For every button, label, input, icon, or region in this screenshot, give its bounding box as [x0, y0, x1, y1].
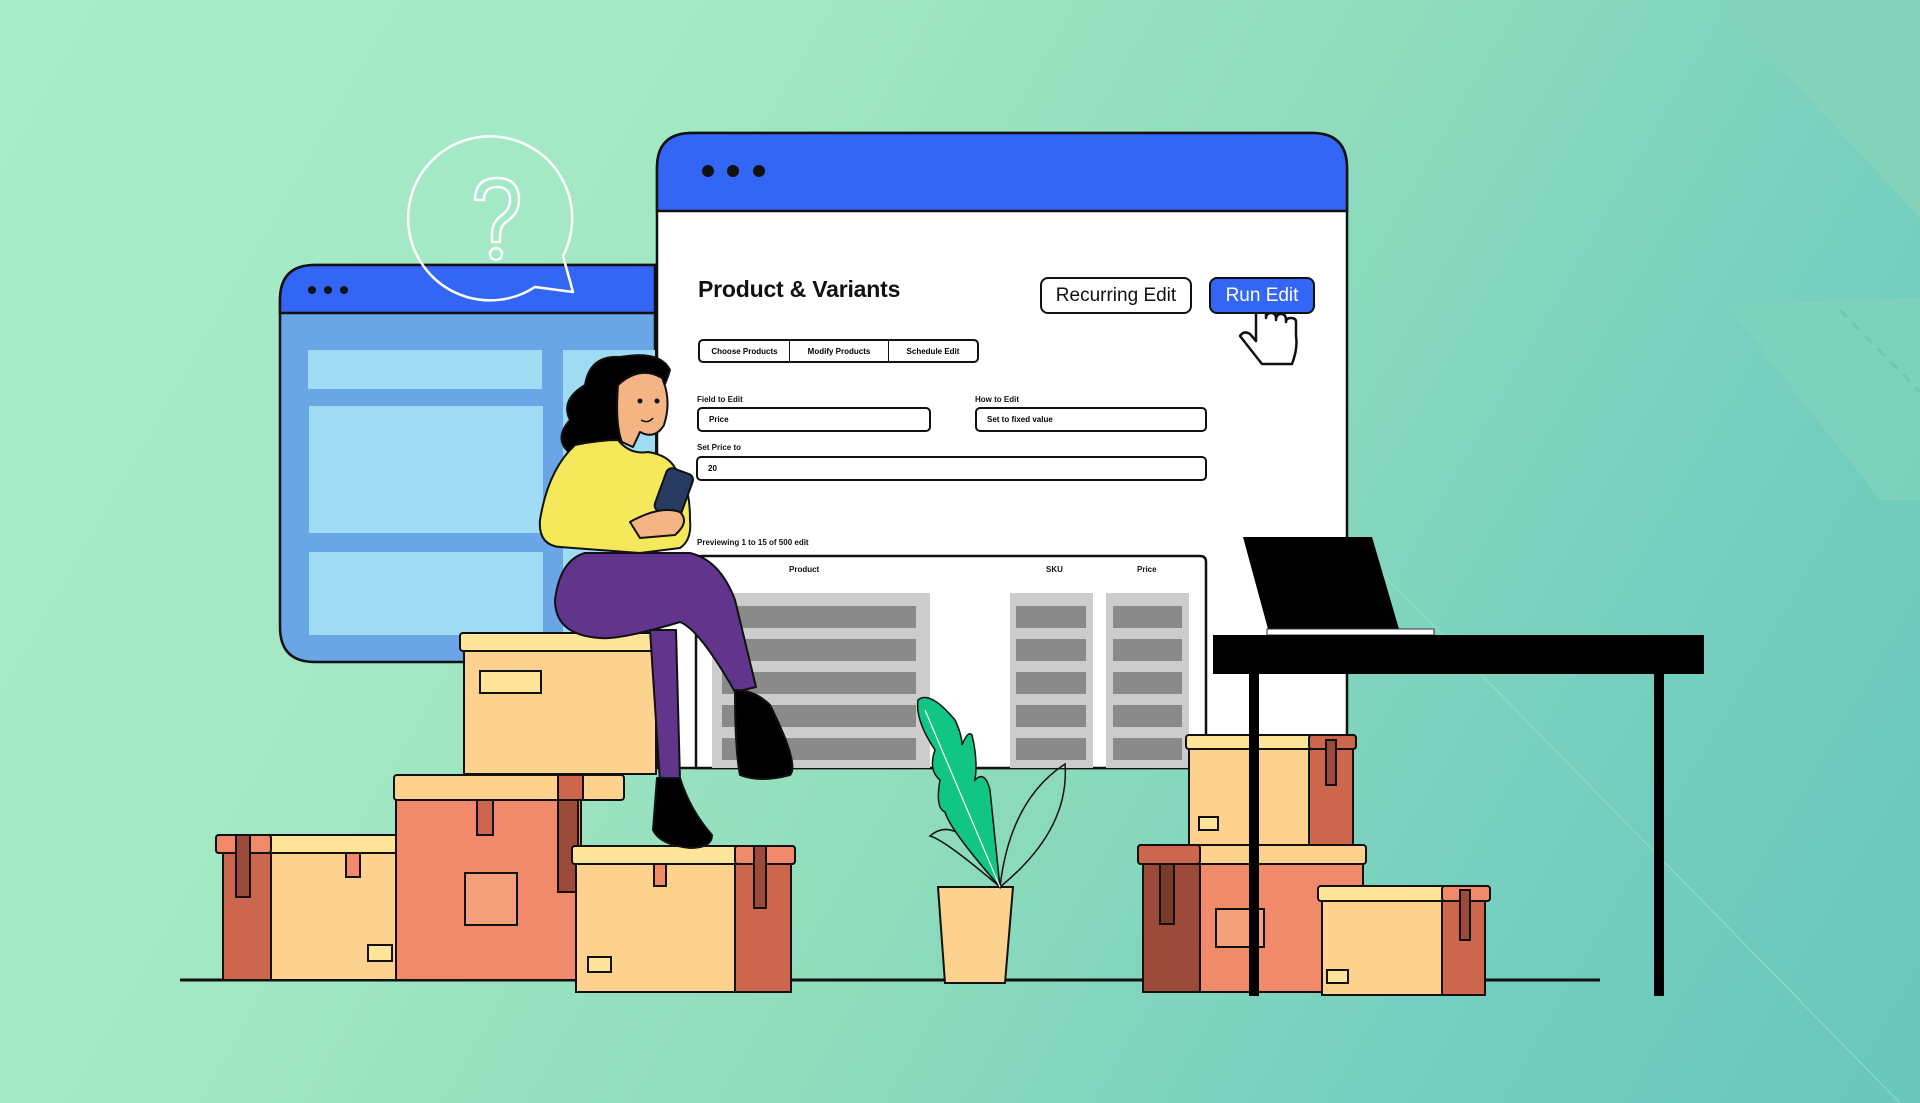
tab-choose-products[interactable]: Choose Products — [700, 341, 789, 361]
skeleton-row — [1113, 738, 1182, 760]
panel-block — [309, 552, 543, 635]
box-tape — [753, 845, 767, 909]
box-label — [464, 872, 518, 926]
light-streak — [1329, 519, 1901, 1103]
skeleton-row — [722, 606, 916, 628]
preview-summary: Previewing 1 to 15 of 500 edit — [697, 538, 809, 547]
laptop-base — [1266, 628, 1435, 636]
box-tape — [1325, 739, 1337, 786]
box-tape — [653, 863, 667, 887]
skeleton-row — [722, 639, 916, 661]
how-to-edit-label: How to Edit — [975, 395, 1019, 404]
tab-schedule-edit[interactable]: Schedule Edit — [888, 341, 977, 361]
step-tabs: Choose Products Modify Products Schedule… — [698, 339, 979, 363]
scene-canvas — [180, 0, 1920, 1103]
skeleton-row — [1016, 639, 1086, 661]
tab-modify-products[interactable]: Modify Products — [789, 341, 888, 361]
box-label — [1326, 969, 1349, 984]
right-box-stack — [1137, 734, 1491, 996]
panel-block — [308, 350, 542, 389]
plant-pot — [936, 886, 1015, 984]
box-label — [479, 670, 542, 694]
desk-top — [1213, 635, 1704, 674]
column-header-product: Product — [789, 565, 820, 574]
box-tape — [1159, 863, 1175, 925]
illustration-stage: Product & Variants Recurring Edit Run Ed… — [0, 0, 1920, 1103]
window-dot — [324, 286, 332, 294]
set-price-input[interactable]: 20 — [696, 456, 1207, 481]
box-lid — [393, 774, 625, 801]
background-window-header — [278, 263, 657, 315]
question-mark-icon — [473, 176, 521, 244]
plant-leaf-outline — [999, 762, 1067, 889]
page-title: Product & Variants — [698, 276, 901, 302]
box-tape — [235, 834, 251, 898]
laptop-screen — [1243, 537, 1399, 629]
skeleton-row — [1113, 606, 1182, 628]
desk-leg-right — [1654, 674, 1664, 996]
window-dot — [702, 165, 714, 177]
skeleton-row — [1016, 705, 1086, 727]
corner-stripe — [1727, 298, 1920, 500]
how-to-edit-select[interactable]: Set to fixed value — [975, 407, 1207, 432]
window-dot — [340, 286, 348, 294]
desk-leg-front — [1249, 674, 1259, 996]
box-label — [1198, 816, 1219, 831]
window-dot — [753, 165, 765, 177]
box-tape — [1459, 889, 1471, 941]
run-edit-button[interactable]: Run Edit — [1209, 277, 1315, 314]
column-header-sku: SKU — [1046, 565, 1063, 574]
box-label — [367, 944, 393, 962]
skeleton-row — [1113, 705, 1182, 727]
skeleton-row — [1113, 639, 1182, 661]
shoe — [652, 777, 713, 849]
set-price-label: Set Price to — [697, 443, 742, 452]
panel-block — [309, 406, 543, 533]
box-label — [587, 956, 612, 973]
window-dot — [727, 165, 739, 177]
skeleton-row — [1016, 738, 1086, 760]
corner-triangle — [1717, 0, 1920, 218]
skeleton-row — [1016, 672, 1086, 694]
eye — [654, 398, 660, 404]
box-lid-side — [557, 774, 584, 801]
box — [463, 649, 657, 775]
skeleton-row — [1016, 606, 1086, 628]
skeleton-row — [1113, 672, 1182, 694]
recurring-edit-button[interactable]: Recurring Edit — [1040, 277, 1192, 314]
question-mark-dot — [488, 246, 504, 262]
field-to-edit-select[interactable]: Price — [697, 407, 931, 432]
box-tape — [476, 799, 494, 836]
window-dot — [308, 286, 316, 294]
box-tape — [345, 852, 361, 878]
column-header-price: Price — [1137, 565, 1157, 574]
field-to-edit-label: Field to Edit — [697, 395, 743, 404]
box-lid-side — [1137, 844, 1201, 865]
eye — [637, 398, 643, 404]
